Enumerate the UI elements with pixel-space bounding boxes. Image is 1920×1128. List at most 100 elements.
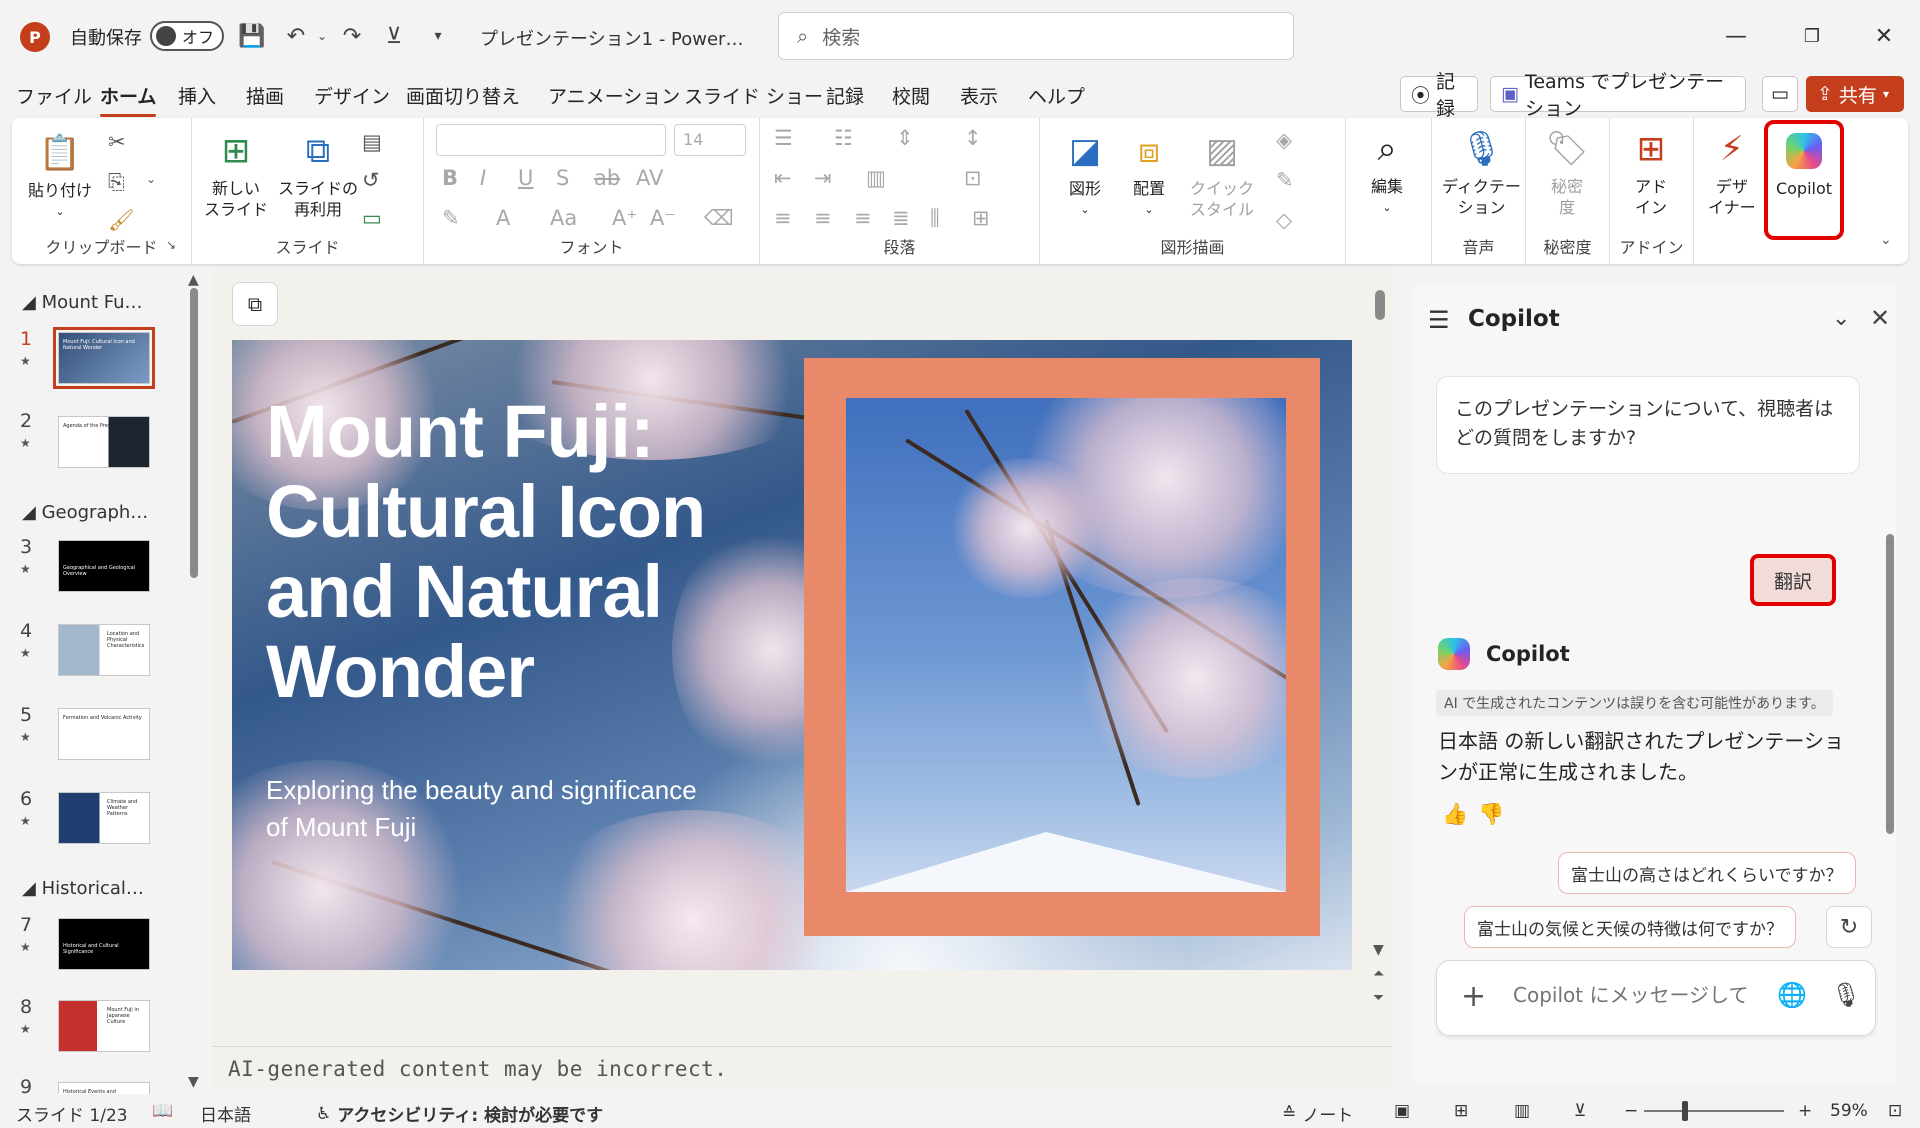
italic-icon[interactable]: I	[480, 166, 486, 190]
align-right-icon[interactable]: ≡	[854, 206, 872, 230]
section-header-3[interactable]: ◢ Historical…	[22, 878, 144, 899]
scroll-down-icon[interactable]: ▼	[188, 1074, 199, 1090]
tab-home[interactable]: ホーム	[100, 82, 157, 117]
tab-animations[interactable]: アニメーション	[548, 82, 680, 109]
section-header-2[interactable]: ◢ Geograph…	[22, 502, 148, 523]
tab-transitions[interactable]: 画面切り替え	[406, 82, 520, 109]
previous-slide-icon[interactable]: ⏶	[1373, 966, 1384, 982]
highlight-icon[interactable]: ✎	[442, 206, 460, 230]
search-box[interactable]: ⌕ 検索	[778, 12, 1294, 60]
chevron-down-icon[interactable]: ⌄	[1832, 306, 1850, 331]
cut-icon[interactable]: ✂	[108, 130, 126, 154]
bullets-icon[interactable]: ☰	[774, 126, 793, 150]
columns-icon[interactable]: ▥	[866, 166, 886, 190]
zoom-out-icon[interactable]: −	[1624, 1101, 1638, 1121]
close-window-icon[interactable]: ✕	[1856, 18, 1912, 54]
shape-outline-icon[interactable]: ✎	[1276, 168, 1294, 192]
copilot-ribbon-button[interactable]: Copilot	[1764, 120, 1844, 240]
copilot-message-input[interactable]	[1513, 983, 1763, 1007]
record-button[interactable]: ⦿ 記録	[1400, 71, 1478, 120]
shape-fill-icon[interactable]: ◈	[1276, 128, 1292, 152]
sensitivity-button[interactable]: 🏷 秘密 度	[1544, 126, 1590, 218]
microphone-icon[interactable]: 🎙	[1831, 981, 1861, 1009]
editor-scrollbar[interactable]	[1375, 290, 1385, 320]
tab-record[interactable]: 記録	[826, 82, 864, 109]
quick-styles-button[interactable]: ▨ クイック スタイル	[1190, 128, 1254, 220]
section-header-1[interactable]: ◢ Mount Fu…	[22, 292, 143, 313]
shape-effects-icon[interactable]: ◇	[1276, 208, 1292, 232]
spelling-icon[interactable]: 📖	[152, 1101, 173, 1121]
customize-qat-icon[interactable]: ▾	[422, 20, 454, 52]
globe-icon[interactable]: 🌐	[1777, 981, 1807, 1009]
accessibility-status[interactable]: ♿ アクセシビリティ: 検討が必要です	[316, 1101, 603, 1127]
align-text-icon[interactable]: ⊡	[964, 166, 982, 190]
share-button[interactable]: ⇪ 共有 ▾	[1806, 76, 1904, 112]
hamburger-menu-icon[interactable]: ☰	[1428, 306, 1450, 334]
dictate-button[interactable]: 🎙 ディクテー ション	[1442, 126, 1521, 218]
clear-formatting-icon[interactable]: ⌫	[704, 206, 734, 230]
tab-help[interactable]: ヘルプ	[1028, 82, 1085, 109]
copilot-scrollbar[interactable]	[1886, 534, 1894, 834]
fit-to-window-icon[interactable]: ⊡	[1888, 1101, 1902, 1121]
layout-icon[interactable]: ▤	[362, 130, 382, 154]
reading-view-icon[interactable]: ▥	[1514, 1101, 1530, 1121]
slideshow-icon[interactable]: ⊻	[1574, 1101, 1586, 1121]
notes-toggle[interactable]: ≙ ノート	[1282, 1101, 1353, 1127]
slide-thumbnail-8[interactable]: Mount Fuji in Japanese Culture	[58, 1000, 150, 1052]
slide-thumbnail-6[interactable]: Climate and Weather Patterns	[58, 792, 150, 844]
paste-button[interactable]: 📋 貼り付け ⌄	[28, 130, 92, 222]
next-slide-icon[interactable]: ⏷	[1373, 990, 1384, 1006]
arrange-button[interactable]: ⧈ 配置 ⌄	[1126, 128, 1172, 220]
shrink-font-icon[interactable]: A⁻	[650, 206, 675, 230]
font-size-select[interactable]: 14	[674, 124, 746, 156]
teams-present-button[interactable]: ▣ Teams でプレゼンテーション	[1490, 71, 1746, 120]
slide-thumbnail-1[interactable]: Mount Fuji: Cultural Icon and Natural Wo…	[53, 327, 155, 389]
thumbnails-scrollbar[interactable]	[190, 288, 198, 578]
shadow-icon[interactable]: S	[556, 166, 569, 190]
copy-dropdown-icon[interactable]: ⌄	[146, 172, 156, 186]
grow-font-icon[interactable]: A⁺	[612, 206, 637, 230]
redo-icon[interactable]: ↷	[336, 20, 368, 52]
new-slide-button[interactable]: ⊞ 新しい スライド	[204, 128, 268, 220]
slide-thumbnail-5[interactable]: Formation and Volcanic Activity	[58, 708, 150, 760]
section-icon[interactable]: ▭	[362, 206, 382, 230]
thumbs-down-icon[interactable]: 👎	[1478, 802, 1504, 827]
slide-thumbnail-7[interactable]: Historical and Cultural Significance	[58, 918, 150, 970]
increase-indent-icon[interactable]: ⇥	[814, 166, 832, 190]
close-icon[interactable]: ✕	[1870, 304, 1890, 332]
character-spacing-icon[interactable]: AV	[636, 166, 663, 190]
zoom-level[interactable]: 59%	[1830, 1101, 1868, 1121]
zoom-in-icon[interactable]: +	[1798, 1101, 1812, 1121]
scroll-down-icon[interactable]: ▼	[1373, 942, 1384, 958]
font-color-icon[interactable]: A	[496, 206, 510, 230]
ribbon-collapse-icon[interactable]: ⌄	[1880, 232, 1892, 248]
shapes-button[interactable]: ◪ 図形 ⌄	[1062, 128, 1108, 220]
change-case-icon[interactable]: Aa	[550, 206, 577, 230]
present-icon[interactable]: ⊻	[378, 20, 410, 52]
distributed-icon[interactable]: ⫼	[930, 206, 940, 231]
align-center-icon[interactable]: ≡	[814, 206, 832, 230]
numbering-icon[interactable]: ☷	[834, 126, 853, 150]
slide-thumbnail-4[interactable]: Location and Physical Characteristics	[58, 624, 150, 676]
text-direction-icon[interactable]: ↕	[964, 126, 982, 150]
add-icon[interactable]: +	[1461, 979, 1486, 1014]
slide-thumbnail-3[interactable]: Geographical and Geological Overview	[58, 540, 150, 592]
notes-pane[interactable]: AI-generated content may be incorrect.	[212, 1046, 1392, 1090]
reuse-slides-button[interactable]: ⧉ スライドの 再利用	[278, 128, 358, 220]
normal-view-icon[interactable]: ▣	[1394, 1101, 1410, 1121]
tab-insert[interactable]: 挿入	[178, 82, 216, 109]
prompt-suggestion-card[interactable]: このプレゼンテーションについて、視聴者はどの質問をしますか?	[1436, 376, 1860, 474]
font-name-select[interactable]	[436, 124, 666, 156]
minimize-icon[interactable]: —	[1708, 18, 1764, 54]
strikethrough-icon[interactable]: ab	[594, 166, 620, 190]
copy-icon[interactable]: ⎘	[108, 170, 125, 195]
dialog-launcher-icon[interactable]: ↘	[166, 238, 176, 252]
addins-button[interactable]: ⊞ アド イン	[1628, 126, 1674, 218]
format-painter-icon[interactable]: 🖌	[108, 208, 135, 233]
suggestion-chip[interactable]: 富士山の高さはどれくらいですか？	[1558, 852, 1856, 894]
editing-button[interactable]: ⌕ 編集 ⌄	[1364, 126, 1410, 218]
zoom-slider-handle[interactable]	[1682, 1101, 1688, 1121]
slide-canvas[interactable]: Mount Fuji: Cultural Icon and Natural Wo…	[232, 340, 1352, 970]
copilot-inline-button[interactable]: ⧉	[232, 282, 278, 326]
undo-dropdown-icon[interactable]: ⌄	[306, 20, 338, 52]
